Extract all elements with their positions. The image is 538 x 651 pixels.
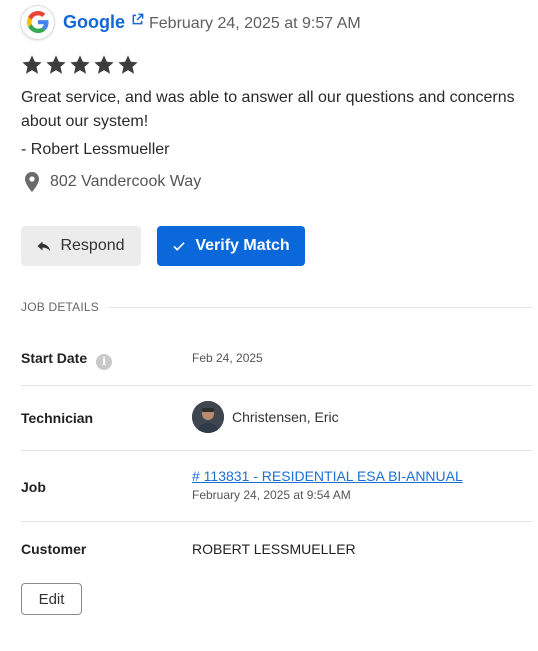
- review-date: February 24, 2025 at 9:57 AM: [149, 15, 361, 32]
- customer-label: Customer: [21, 541, 87, 557]
- start-date-label: Start Date: [21, 350, 88, 366]
- job-label: Job: [21, 479, 46, 495]
- avatar: [192, 401, 224, 433]
- review-author: - Robert Lessmueller: [21, 141, 170, 158]
- respond-button[interactable]: Respond: [21, 226, 141, 266]
- job-date: February 24, 2025 at 9:54 AM: [192, 488, 351, 502]
- star-icon: [70, 55, 90, 74]
- star-icon: [94, 55, 114, 74]
- job-link[interactable]: # 113831 - RESIDENTIAL ESA BI-ANNUAL: [192, 468, 463, 484]
- verify-match-label[interactable]: Verify Match: [195, 237, 289, 255]
- technician-name: Christensen, Eric: [232, 409, 339, 425]
- edit-label[interactable]: Edit: [39, 591, 65, 608]
- google-logo-icon: [21, 5, 54, 39]
- star-icon: [46, 55, 66, 74]
- star-rating: [21, 54, 139, 76]
- start-date-value: Feb 24, 2025: [192, 351, 263, 365]
- review-location: 802 Vandercook Way: [22, 170, 201, 194]
- technician-label: Technician: [21, 410, 94, 426]
- edit-button[interactable]: Edit: [21, 583, 82, 615]
- start-date-row: Start Date i Feb 24, 2025: [21, 331, 532, 386]
- job-details-title: JOB DETAILS: [21, 300, 99, 314]
- source-name[interactable]: Google: [63, 12, 125, 33]
- external-link-icon[interactable]: [131, 13, 144, 26]
- start-date-label-wrap: Start Date i: [21, 350, 113, 370]
- reply-arrow-icon: [37, 241, 51, 252]
- job-row: Job # 113831 - RESIDENTIAL ESA BI-ANNUAL…: [21, 451, 532, 522]
- respond-label[interactable]: Respond: [60, 237, 124, 255]
- location-text: 802 Vandercook Way: [50, 173, 202, 190]
- source-link[interactable]: Google: [63, 12, 144, 33]
- star-icon: [22, 55, 42, 74]
- customer-row: Customer ROBERT LESSMUELLER: [21, 522, 532, 572]
- job-value: # 113831 - RESIDENTIAL ESA BI-ANNUAL Feb…: [192, 468, 463, 502]
- checkmark-icon: [173, 242, 185, 251]
- technician-row: Technician Christensen, Eric: [21, 386, 532, 451]
- technician-value: Christensen, Eric: [192, 401, 339, 433]
- star-icon: [118, 55, 138, 74]
- info-icon[interactable]: i: [96, 354, 113, 370]
- customer-value: ROBERT LESSMUELLER: [192, 541, 356, 557]
- map-pin-icon: [25, 172, 39, 192]
- review-text: Great service, and was able to answer al…: [21, 89, 515, 130]
- section-divider: [109, 307, 532, 308]
- verify-match-button[interactable]: Verify Match: [157, 226, 305, 266]
- review-header: Google February 24, 2025 at 9:57 AM: [21, 5, 361, 39]
